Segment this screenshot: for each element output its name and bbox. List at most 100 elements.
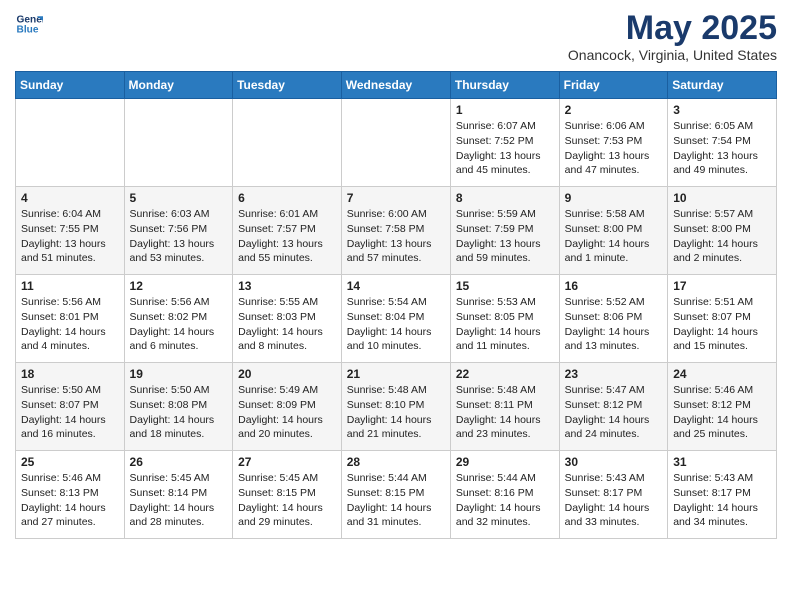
location: Onancock, Virginia, United States — [568, 47, 777, 63]
day-info: Sunrise: 5:47 AM Sunset: 8:12 PM Dayligh… — [565, 383, 663, 442]
day-number: 18 — [21, 367, 119, 381]
day-info: Sunrise: 5:55 AM Sunset: 8:03 PM Dayligh… — [238, 295, 336, 354]
day-number: 25 — [21, 455, 119, 469]
calendar-cell: 5 Sunrise: 6:03 AM Sunset: 7:56 PM Daylig… — [124, 187, 233, 275]
week-row-3: 11 Sunrise: 5:56 AM Sunset: 8:01 PM Dayli… — [16, 275, 777, 363]
day-number: 27 — [238, 455, 336, 469]
title-block: May 2025 Onancock, Virginia, United Stat… — [568, 10, 777, 63]
day-info: Sunrise: 5:53 AM Sunset: 8:05 PM Dayligh… — [456, 295, 554, 354]
day-number: 22 — [456, 367, 554, 381]
calendar-cell: 15 Sunrise: 5:53 AM Sunset: 8:05 PM Dayli… — [450, 275, 559, 363]
day-number: 28 — [347, 455, 445, 469]
calendar-cell: 16Sunrise: 5:52 AM Sunset: 8:06 PM Dayli… — [559, 275, 668, 363]
week-row-5: 25 Sunrise: 5:46 AM Sunset: 8:13 PM Dayli… — [16, 451, 777, 539]
day-number: 9 — [565, 191, 663, 205]
column-header-thursday: Thursday — [450, 72, 559, 99]
day-info: Sunrise: 5:52 AM Sunset: 8:06 PM Dayligh… — [565, 295, 663, 354]
calendar-cell: 19Sunrise: 5:50 AM Sunset: 8:08 PM Dayli… — [124, 363, 233, 451]
calendar-cell: 20 Sunrise: 5:49 AM Sunset: 8:09 PM Dayli… — [233, 363, 342, 451]
calendar-cell: 24Sunrise: 5:46 AM Sunset: 8:12 PM Dayli… — [668, 363, 777, 451]
calendar-cell: 9 Sunrise: 5:58 AM Sunset: 8:00 PM Daylig… — [559, 187, 668, 275]
day-number: 14 — [347, 279, 445, 293]
calendar-cell: 11 Sunrise: 5:56 AM Sunset: 8:01 PM Dayli… — [16, 275, 125, 363]
svg-text:Blue: Blue — [17, 25, 39, 36]
day-info: Sunrise: 5:56 AM Sunset: 8:01 PM Dayligh… — [21, 295, 119, 354]
calendar-cell: 4Sunrise: 6:04 AM Sunset: 7:55 PM Daylig… — [16, 187, 125, 275]
column-header-tuesday: Tuesday — [233, 72, 342, 99]
calendar-cell — [16, 99, 125, 187]
day-number: 31 — [673, 455, 771, 469]
day-info: Sunrise: 5:48 AM Sunset: 8:10 PM Dayligh… — [347, 383, 445, 442]
day-info: Sunrise: 5:44 AM Sunset: 8:15 PM Dayligh… — [347, 471, 445, 530]
day-number: 10 — [673, 191, 771, 205]
day-info: Sunrise: 6:03 AM Sunset: 7:56 PM Dayligh… — [130, 207, 228, 266]
calendar-cell — [233, 99, 342, 187]
day-info: Sunrise: 6:06 AM Sunset: 7:53 PM Dayligh… — [565, 119, 663, 178]
calendar-cell: 23Sunrise: 5:47 AM Sunset: 8:12 PM Dayli… — [559, 363, 668, 451]
day-number: 7 — [347, 191, 445, 205]
day-number: 15 — [456, 279, 554, 293]
day-number: 11 — [21, 279, 119, 293]
header-row: SundayMondayTuesdayWednesdayThursdayFrid… — [16, 72, 777, 99]
day-number: 21 — [347, 367, 445, 381]
day-info: Sunrise: 5:43 AM Sunset: 8:17 PM Dayligh… — [565, 471, 663, 530]
calendar-cell — [341, 99, 450, 187]
day-number: 20 — [238, 367, 336, 381]
day-number: 1 — [456, 103, 554, 117]
column-header-wednesday: Wednesday — [341, 72, 450, 99]
calendar-cell: 22Sunrise: 5:48 AM Sunset: 8:11 PM Dayli… — [450, 363, 559, 451]
day-info: Sunrise: 5:50 AM Sunset: 8:07 PM Dayligh… — [21, 383, 119, 442]
day-info: Sunrise: 5:49 AM Sunset: 8:09 PM Dayligh… — [238, 383, 336, 442]
day-number: 6 — [238, 191, 336, 205]
day-number: 30 — [565, 455, 663, 469]
day-info: Sunrise: 6:01 AM Sunset: 7:57 PM Dayligh… — [238, 207, 336, 266]
calendar-cell: 21 Sunrise: 5:48 AM Sunset: 8:10 PM Dayli… — [341, 363, 450, 451]
week-row-4: 18 Sunrise: 5:50 AM Sunset: 8:07 PM Dayli… — [16, 363, 777, 451]
calendar-cell: 7 Sunrise: 6:00 AM Sunset: 7:58 PM Daylig… — [341, 187, 450, 275]
calendar-cell: 14 Sunrise: 5:54 AM Sunset: 8:04 PM Dayli… — [341, 275, 450, 363]
week-row-2: 4Sunrise: 6:04 AM Sunset: 7:55 PM Daylig… — [16, 187, 777, 275]
calendar-cell: 1 Sunrise: 6:07 AM Sunset: 7:52 PM Daylig… — [450, 99, 559, 187]
calendar-cell: 18 Sunrise: 5:50 AM Sunset: 8:07 PM Dayli… — [16, 363, 125, 451]
week-row-1: 1 Sunrise: 6:07 AM Sunset: 7:52 PM Daylig… — [16, 99, 777, 187]
calendar-cell: 27Sunrise: 5:45 AM Sunset: 8:15 PM Dayli… — [233, 451, 342, 539]
day-info: Sunrise: 6:07 AM Sunset: 7:52 PM Dayligh… — [456, 119, 554, 178]
column-header-monday: Monday — [124, 72, 233, 99]
day-number: 26 — [130, 455, 228, 469]
day-number: 12 — [130, 279, 228, 293]
day-info: Sunrise: 5:56 AM Sunset: 8:02 PM Dayligh… — [130, 295, 228, 354]
day-number: 8 — [456, 191, 554, 205]
day-number: 24 — [673, 367, 771, 381]
calendar-cell: 26Sunrise: 5:45 AM Sunset: 8:14 PM Dayli… — [124, 451, 233, 539]
calendar-cell: 2Sunrise: 6:06 AM Sunset: 7:53 PM Daylig… — [559, 99, 668, 187]
column-header-sunday: Sunday — [16, 72, 125, 99]
calendar-cell: 6 Sunrise: 6:01 AM Sunset: 7:57 PM Daylig… — [233, 187, 342, 275]
day-info: Sunrise: 5:43 AM Sunset: 8:17 PM Dayligh… — [673, 471, 771, 530]
column-header-friday: Friday — [559, 72, 668, 99]
day-info: Sunrise: 5:58 AM Sunset: 8:00 PM Dayligh… — [565, 207, 663, 266]
page-header: General Blue May 2025 Onancock, Virginia… — [15, 10, 777, 63]
calendar-cell — [124, 99, 233, 187]
logo: General Blue — [15, 10, 43, 38]
calendar-cell: 3Sunrise: 6:05 AM Sunset: 7:54 PM Daylig… — [668, 99, 777, 187]
calendar-table: SundayMondayTuesdayWednesdayThursdayFrid… — [15, 71, 777, 539]
day-info: Sunrise: 5:59 AM Sunset: 7:59 PM Dayligh… — [456, 207, 554, 266]
day-info: Sunrise: 6:00 AM Sunset: 7:58 PM Dayligh… — [347, 207, 445, 266]
day-number: 29 — [456, 455, 554, 469]
day-number: 3 — [673, 103, 771, 117]
day-info: Sunrise: 5:46 AM Sunset: 8:13 PM Dayligh… — [21, 471, 119, 530]
logo-icon: General Blue — [15, 10, 43, 38]
calendar-cell: 30 Sunrise: 5:43 AM Sunset: 8:17 PM Dayli… — [559, 451, 668, 539]
column-header-saturday: Saturday — [668, 72, 777, 99]
day-info: Sunrise: 5:50 AM Sunset: 8:08 PM Dayligh… — [130, 383, 228, 442]
day-info: Sunrise: 5:51 AM Sunset: 8:07 PM Dayligh… — [673, 295, 771, 354]
day-number: 5 — [130, 191, 228, 205]
day-info: Sunrise: 5:44 AM Sunset: 8:16 PM Dayligh… — [456, 471, 554, 530]
calendar-cell: 25 Sunrise: 5:46 AM Sunset: 8:13 PM Dayli… — [16, 451, 125, 539]
calendar-cell: 13 Sunrise: 5:55 AM Sunset: 8:03 PM Dayli… — [233, 275, 342, 363]
calendar-cell: 17Sunrise: 5:51 AM Sunset: 8:07 PM Dayli… — [668, 275, 777, 363]
calendar-cell: 31 Sunrise: 5:43 AM Sunset: 8:17 PM Dayli… — [668, 451, 777, 539]
day-number: 13 — [238, 279, 336, 293]
day-info: Sunrise: 6:04 AM Sunset: 7:55 PM Dayligh… — [21, 207, 119, 266]
day-info: Sunrise: 5:54 AM Sunset: 8:04 PM Dayligh… — [347, 295, 445, 354]
